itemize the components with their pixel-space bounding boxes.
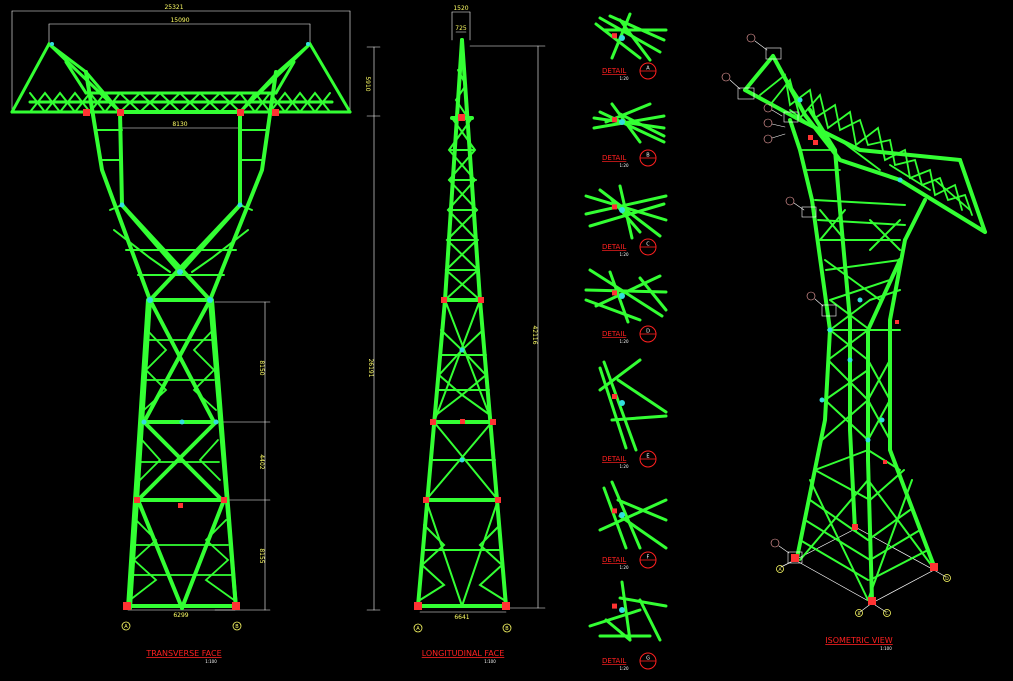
detail-bolt — [619, 119, 625, 125]
detail-id: E — [646, 454, 649, 460]
detail-bolt — [619, 293, 625, 299]
detail-label: DETAIL — [602, 330, 626, 338]
iso-leg-tag-b: B — [857, 611, 860, 617]
detail-scale: 1:20 — [620, 666, 629, 671]
detail-bolt — [619, 400, 625, 406]
detail-label: DETAIL — [602, 67, 626, 75]
detail-id: D — [646, 329, 650, 335]
drawing-canvas: 25321 15090 5910 8130 26191 8150 4402 81… — [0, 0, 1013, 681]
long-dim-base: 6641 — [454, 614, 469, 621]
detail-plate — [612, 117, 617, 123]
detail-id: G — [646, 656, 650, 662]
dim-total-height: 26191 — [367, 358, 374, 377]
detail-label: DETAIL — [602, 657, 626, 665]
detail-plate — [612, 204, 617, 210]
detail-bolt — [619, 607, 625, 613]
detail-label: DETAIL — [602, 154, 626, 162]
long-leg-tag-a: A — [416, 626, 420, 632]
detail-plate — [612, 603, 617, 609]
detail-bolt — [619, 35, 625, 41]
dim-arm-height: 5910 — [364, 76, 371, 91]
isometric-title: ISOMETRIC VIEW — [825, 636, 893, 645]
detail-label: DETAIL — [602, 243, 626, 251]
detail-plate — [612, 508, 617, 514]
detail-id: C — [646, 242, 650, 248]
detail-scale: 1:20 — [620, 252, 629, 257]
detail-scale: 1:20 — [620, 565, 629, 570]
transverse-scale: 1:100 — [205, 659, 217, 664]
detail-scale: 1:20 — [620, 76, 629, 81]
detail-id: A — [646, 66, 650, 72]
detail-label: DETAIL — [602, 556, 626, 564]
detail-scale: 1:20 — [620, 339, 629, 344]
dim-waist: 8130 — [172, 121, 187, 128]
dim-base: 6299 — [173, 612, 188, 619]
longitudinal-scale: 1:100 — [484, 659, 496, 664]
detail-plate — [612, 33, 617, 39]
detail-label: DETAIL — [602, 455, 626, 463]
leg-tag-a: A — [124, 624, 128, 630]
detail-plate — [612, 290, 617, 296]
iso-leg-tag-d: D — [945, 576, 949, 582]
dim-seg3: 8155 — [258, 548, 265, 563]
detail-scale: 1:20 — [620, 464, 629, 469]
long-dim-top2: 725 — [455, 25, 467, 32]
detail-id: B — [646, 153, 650, 159]
detail-plate — [612, 394, 617, 399]
dim-seg2: 4402 — [258, 454, 265, 469]
iso-leg-tag-c: C — [885, 611, 888, 617]
detail-scale: 1:20 — [620, 163, 629, 168]
leg-tag-b: B — [235, 624, 239, 630]
detail-bolt — [619, 512, 625, 518]
long-dim-top: 1520 — [453, 5, 468, 12]
dim-top-width-2: 15090 — [170, 17, 189, 24]
dim-top-width: 25321 — [164, 4, 183, 11]
long-dim-total: 42116 — [531, 325, 538, 344]
detail-bolt — [619, 207, 625, 213]
transverse-title: TRANSVERSE FACE — [145, 649, 221, 658]
dim-seg1: 8150 — [258, 360, 265, 375]
long-leg-tag-b: B — [505, 626, 509, 632]
longitudinal-title: LONGITUDINAL FACE — [422, 649, 505, 658]
detail-id: F — [647, 555, 650, 561]
isometric-scale: 1:100 — [880, 646, 892, 651]
